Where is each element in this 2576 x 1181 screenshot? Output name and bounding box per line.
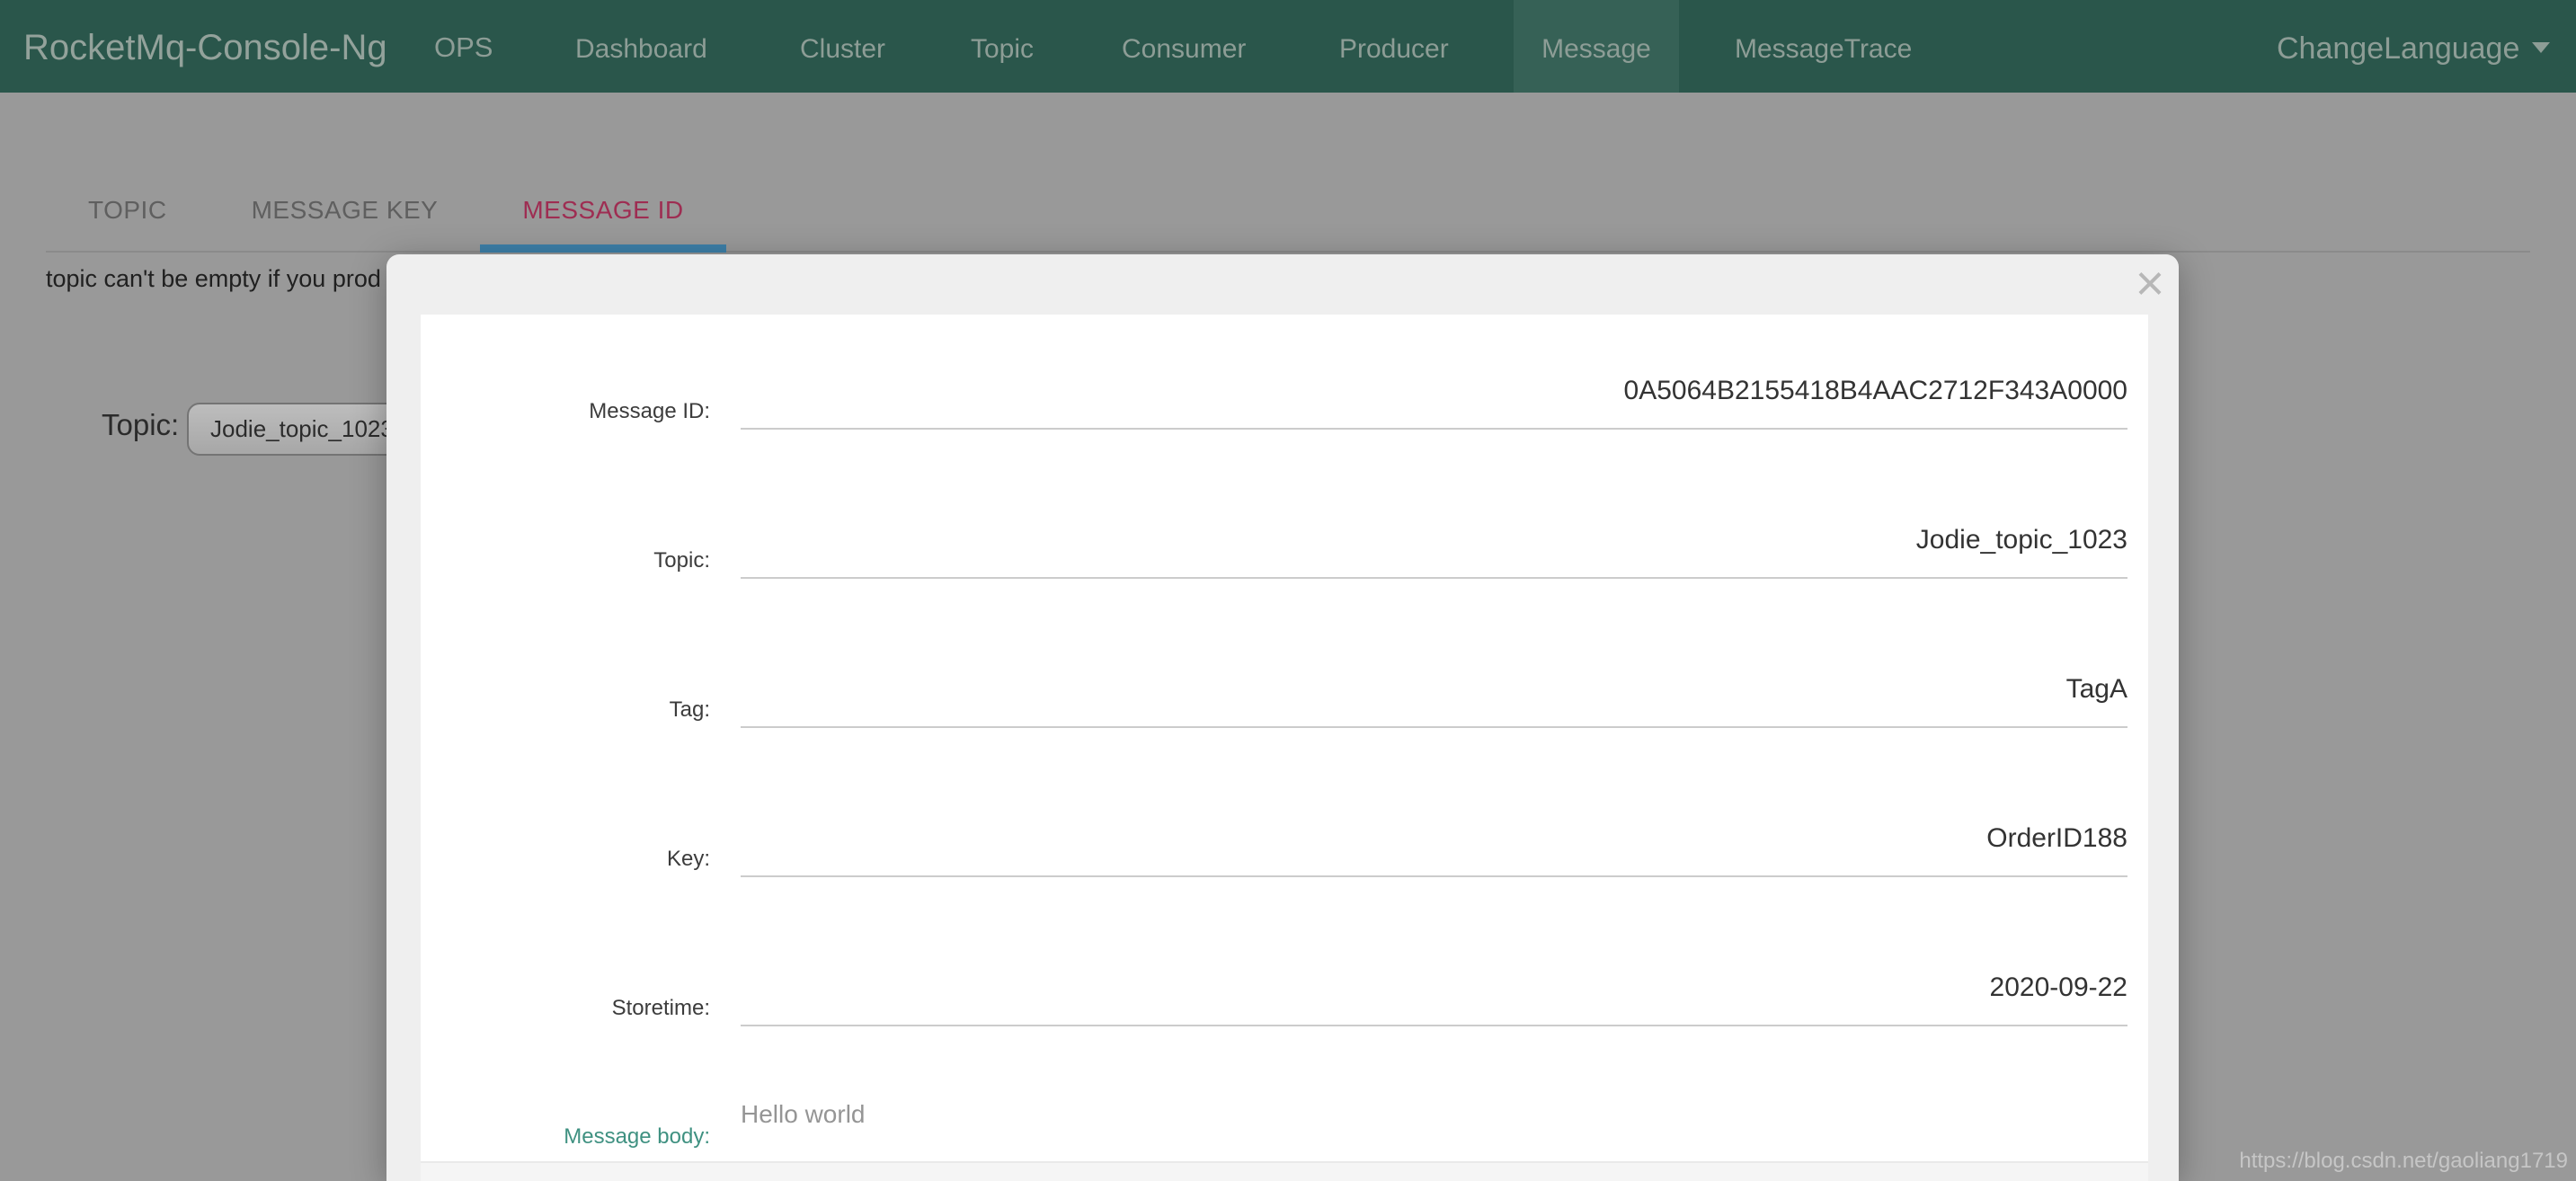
search-mode-tabs: TOPIC MESSAGE KEY MESSAGE ID [46,167,2530,253]
field-value-topic: Jodie_topic_1023 [741,519,2127,561]
nav-item-producer[interactable]: Producer [1339,0,1449,93]
field-value-message-id: 0A5064B2155418B4AAC2712F343A0000 [741,370,2127,412]
tab-message-id[interactable]: MESSAGE ID [480,167,725,251]
field-label-key: Key: [458,843,710,875]
field-label-tag: Tag: [458,694,710,726]
caret-down-icon [2532,42,2550,53]
nav-item-cluster[interactable]: Cluster [800,0,885,93]
field-underline [741,577,2127,579]
message-detail-dialog: × Message ID: 0A5064B2155418B4AAC2712F34… [386,254,2179,1181]
field-label-storetime: Storetime: [458,992,710,1025]
nav-item-dashboard[interactable]: Dashboard [575,0,707,93]
field-label-message-id: Message ID: [458,395,710,428]
tab-message-id-label: MESSAGE ID [522,196,683,224]
field-underline [741,428,2127,430]
message-detail-panel [421,315,2148,1181]
brand[interactable]: RocketMq-Console-Ng [23,0,387,93]
close-icon[interactable]: × [2125,258,2175,308]
message-body-box [421,1161,2148,1181]
empty-topic-hint: topic can't be empty if you prod [46,262,381,295]
watermark: https://blog.csdn.net/gaoliang1719 [2239,1149,2568,1174]
field-label-topic: Topic: [458,545,710,577]
field-value-message-body: Hello world [741,1095,866,1134]
change-language-label: ChangeLanguage [2277,31,2519,66]
tab-message-key[interactable]: MESSAGE KEY [209,167,481,251]
nav-item-message[interactable]: Message [1541,0,1651,93]
field-value-storetime: 2020-09-22 [741,967,2127,1008]
field-underline [741,875,2127,877]
active-tab-indicator [480,244,725,253]
nav-item-message-active[interactable]: Message [1514,0,1679,93]
nav-item-topic[interactable]: Topic [971,0,1034,93]
screen: RocketMq-Console-Ng OPS Dashboard Cluste… [0,0,2576,1181]
field-underline [741,1025,2127,1026]
nav-item-messagetrace[interactable]: MessageTrace [1735,0,1912,93]
nav-item-consumer[interactable]: Consumer [1122,0,1246,93]
navbar: RocketMq-Console-Ng OPS Dashboard Cluste… [0,0,2576,93]
change-language-menu[interactable]: ChangeLanguage [2277,0,2550,93]
field-label-message-body: Message body: [458,1121,710,1153]
field-underline [741,726,2127,728]
tab-topic[interactable]: TOPIC [46,167,209,251]
nav-item-ops[interactable]: OPS [434,0,493,93]
field-value-tag: TagA [741,669,2127,710]
field-value-key: OrderID188 [741,818,2127,859]
topic-label: Topic: [102,406,179,444]
